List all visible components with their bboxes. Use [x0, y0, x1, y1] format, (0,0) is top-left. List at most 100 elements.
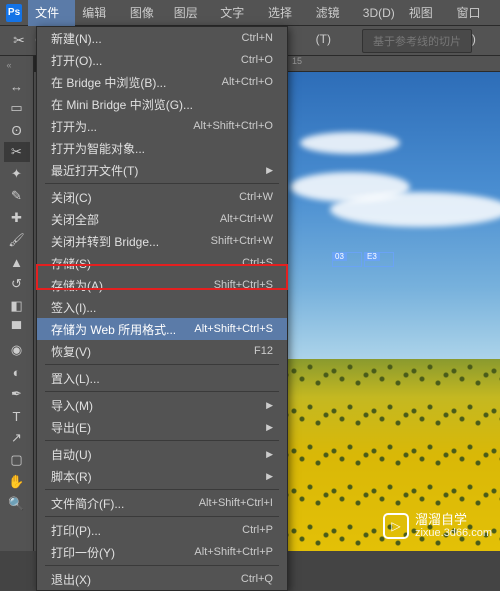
watermark-brand: 溜溜自学 [415, 513, 492, 527]
menu-item[interactable]: 滤镜(T) [309, 0, 356, 26]
wand-tool-icon[interactable]: ✦ [4, 164, 30, 184]
watermark-url: zixue.3d66.com [415, 527, 492, 539]
menu-entry[interactable]: 关闭全部Alt+Ctrl+W [37, 208, 287, 230]
path-tool-icon[interactable]: ↗ [4, 428, 30, 448]
menu-entry[interactable]: 最近打开文件(T) ▶ [37, 159, 287, 181]
app-logo: Ps [6, 4, 22, 22]
slice-marker[interactable]: E3 [364, 252, 394, 267]
menu-entry-shortcut: Ctrl+P [242, 524, 273, 536]
menu-separator [45, 516, 279, 517]
menu-entry-shortcut: Alt+Shift+Ctrl+S [194, 323, 273, 335]
menu-item[interactable]: 窗口(W) [450, 0, 500, 26]
eyedropper-tool-icon[interactable]: ✎ [4, 186, 30, 206]
menu-item[interactable]: 图像(I) [123, 0, 167, 26]
menu-item[interactable]: 文字(Y) [213, 0, 261, 26]
heal-tool-icon[interactable]: ✚ [4, 208, 30, 228]
menu-entry[interactable]: 在 Mini Bridge 中浏览(G)... [37, 93, 287, 115]
menu-entry-shortcut: Shift+Ctrl+S [214, 279, 273, 291]
shape-tool-icon[interactable]: ▢ [4, 450, 30, 470]
menu-entry-label: 存储为 Web 所用格式... [51, 321, 176, 338]
menu-item[interactable]: 视图(V) [402, 0, 450, 26]
menu-entry-label: 最近打开文件(T) [51, 162, 138, 179]
submenu-arrow-icon: ▶ [266, 449, 273, 460]
menu-entry[interactable]: 在 Bridge 中浏览(B)...Alt+Ctrl+O [37, 71, 287, 93]
menu-entry-label: 打开为智能对象... [51, 140, 145, 157]
menu-entry-label: 打开(O)... [51, 52, 102, 69]
gradient-tool-icon[interactable]: ▀ [4, 318, 30, 338]
guide-slice-button[interactable]: 基于参考线的切片 [362, 29, 472, 53]
menu-entry-label: 存储为(A)... [51, 277, 113, 294]
menu-item[interactable]: 文件(F) [28, 0, 75, 26]
menu-bar: Ps 文件(F)编辑(E)图像(I)图层(L)文字(Y)选择(S)滤镜(T)3D… [0, 0, 500, 26]
menu-entry[interactable]: 存储为 Web 所用格式... Alt+Shift+Ctrl+S [37, 318, 287, 340]
menu-entry[interactable]: 导入(M) ▶ [37, 394, 287, 416]
menu-separator [45, 489, 279, 490]
menu-entry[interactable]: 打开(O)...Ctrl+O [37, 49, 287, 71]
menu-entry[interactable]: 存储(S) Ctrl+S [37, 252, 287, 274]
menu-entry-label: 导出(E) [51, 419, 91, 436]
menu-entry[interactable]: 打印一份(Y) Alt+Shift+Ctrl+P [37, 541, 287, 563]
hand-tool-icon[interactable]: ✋ [4, 472, 30, 492]
menu-entry-shortcut: Ctrl+Q [241, 573, 273, 585]
menu-item[interactable]: 图层(L) [167, 0, 214, 26]
menu-entry[interactable]: 打印(P)... Ctrl+P [37, 519, 287, 541]
brush-tool-icon[interactable]: 🖌 [4, 230, 30, 250]
dodge-tool-icon[interactable]: ◐ [4, 362, 30, 382]
menu-entry-label: 导入(M) [51, 397, 93, 414]
blur-tool-icon[interactable]: ◉ [4, 340, 30, 360]
menu-entry[interactable]: 恢复(V)F12 [37, 340, 287, 362]
menu-entry-shortcut: Ctrl+W [239, 191, 273, 203]
menu-entry-label: 置入(L)... [51, 370, 100, 387]
history-tool-icon[interactable]: ↺ [4, 274, 30, 294]
menu-entry-label: 签入(I)... [51, 299, 96, 316]
menu-entry[interactable]: 自动(U)▶ [37, 443, 287, 465]
slice-label: 03 [332, 252, 347, 261]
marquee-tool-icon[interactable]: ▭ [4, 98, 30, 118]
eraser-tool-icon[interactable]: ◧ [4, 296, 30, 316]
menu-entry[interactable]: 关闭(C)Ctrl+W [37, 186, 287, 208]
menu-item[interactable]: 3D(D) [356, 0, 402, 26]
menu-separator [45, 391, 279, 392]
menu-entry-label: 在 Mini Bridge 中浏览(G)... [51, 96, 193, 113]
menu-entry-label: 关闭并转到 Bridge... [51, 233, 159, 250]
menu-entry[interactable]: 关闭并转到 Bridge...Shift+Ctrl+W [37, 230, 287, 252]
menu-entry-label: 打印一份(Y) [51, 544, 115, 561]
menu-entry-shortcut: Alt+Shift+Ctrl+P [194, 546, 273, 558]
menu-entry-label: 恢复(V) [51, 343, 91, 360]
menu-item[interactable]: 编辑(E) [75, 0, 123, 26]
tool-panel: « ↔ ▭ ʘ ✂ ✦ ✎ ✚ 🖌 ▲ ↺ ◧ ▀ ◉ ◐ ✒ T ↗ ▢ ✋ … [0, 56, 34, 551]
submenu-arrow-icon: ▶ [266, 400, 273, 411]
menu-entry[interactable]: 导出(E)▶ [37, 416, 287, 438]
collapse-icon[interactable]: « [7, 60, 27, 72]
pen-tool-icon[interactable]: ✒ [4, 384, 30, 404]
slice-marker[interactable]: 03 [332, 252, 362, 267]
stamp-tool-icon[interactable]: ▲ [4, 252, 30, 272]
play-icon: ▷ [383, 513, 409, 539]
menu-entry[interactable]: 签入(I)... [37, 296, 287, 318]
menu-item[interactable]: 选择(S) [261, 0, 309, 26]
menu-entry-label: 关闭全部 [51, 211, 99, 228]
zoom-tool-icon[interactable]: 🔍 [4, 494, 30, 514]
menu-entry[interactable]: 置入(L)... [37, 367, 287, 389]
menu-entry-label: 存储(S) [51, 255, 91, 272]
menu-entry[interactable]: 打开为智能对象... [37, 137, 287, 159]
menu-entry[interactable]: 脚本(R)▶ [37, 465, 287, 487]
move-tool-icon[interactable]: ↔ [4, 76, 30, 96]
crop-tool-icon[interactable]: ✂ [4, 142, 30, 162]
menu-entry-shortcut: Alt+Shift+Ctrl+O [193, 120, 273, 132]
submenu-arrow-icon: ▶ [266, 165, 273, 176]
type-tool-icon[interactable]: T [4, 406, 30, 426]
lasso-tool-icon[interactable]: ʘ [4, 120, 30, 140]
menu-entry[interactable]: 存储为(A)... Shift+Ctrl+S [37, 274, 287, 296]
slice-label: E3 [364, 252, 380, 261]
menu-entry-label: 打印(P)... [51, 522, 101, 539]
menu-separator [45, 565, 279, 566]
menu-entry-shortcut: Alt+Shift+Ctrl+I [199, 497, 273, 509]
menu-entry[interactable]: 打开为... Alt+Shift+Ctrl+O [37, 115, 287, 137]
menu-entry-label: 打开为... [51, 118, 97, 135]
menu-entry[interactable]: 新建(N)...Ctrl+N [37, 27, 287, 49]
menu-separator [45, 364, 279, 365]
menu-entry[interactable]: 文件简介(F)...Alt+Shift+Ctrl+I [37, 492, 287, 514]
menu-entry-shortcut: Ctrl+S [242, 257, 273, 269]
menu-entry[interactable]: 退出(X)Ctrl+Q [37, 568, 287, 590]
